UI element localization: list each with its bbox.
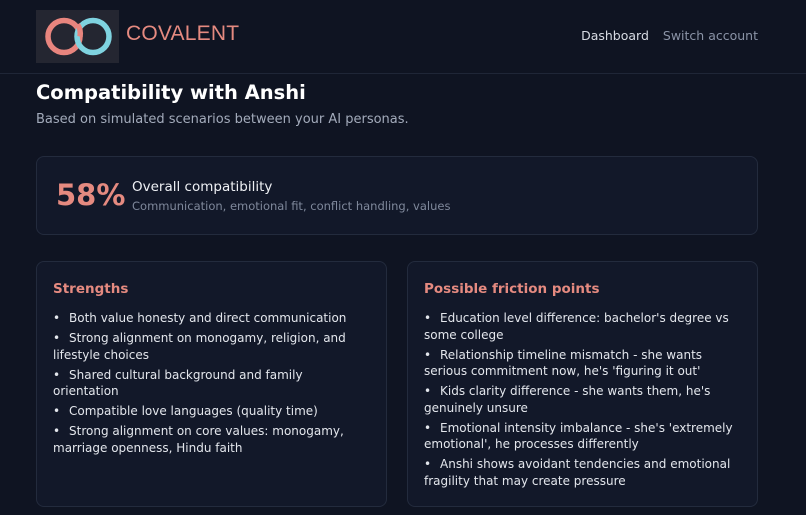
bullet-icon: • [53,404,61,418]
strengths-list: • Both value honesty and direct communica… [53,310,368,460]
list-item: • Both value honesty and direct communica… [53,310,368,327]
nav-dashboard-link[interactable]: Dashboard [581,28,649,43]
list-item-text: Strong alignment on core values: monogam… [53,424,344,455]
list-item-text: Strong alignment on monogamy, religion, … [53,331,346,362]
bullet-icon: • [53,367,61,382]
list-item-text: Education level difference: bachelor's d… [424,311,729,342]
compatibility-description: Communication, emotional fit, conflict h… [132,199,451,213]
list-item-text: Relationship timeline mismatch - she wan… [424,347,703,379]
top-navigation-bar: COVALENT Dashboard Switch account [0,0,806,74]
nav-switch-account-link[interactable]: Switch account [663,28,758,43]
list-item: • Kids clarity difference - she wants the… [424,383,739,416]
list-item: • Emotional intensity imbalance - she's '… [424,420,739,453]
list-item: • Relationship timeline mismatch - she wa… [424,347,739,380]
brand-name: COVALENT [126,22,240,45]
list-item: • Strong alignment on monogamy, religion,… [53,330,368,363]
page-title: Compatibility with Anshi [36,81,306,104]
friction-list: • Education level difference: bachelor's … [424,310,739,493]
bullet-icon: • [424,457,432,471]
list-item-text: Emotional intensity imbalance - she's 'e… [424,420,733,452]
bullet-icon: • [53,331,61,345]
list-item: • Anshi shows avoidant tendencies and emo… [424,456,739,489]
bullet-icon: • [424,347,432,362]
strengths-heading: Strengths [53,281,129,297]
strengths-panel: Strengths • Both value honesty and direct… [36,261,387,507]
friction-heading: Possible friction points [424,281,600,297]
compatibility-label: Overall compatibility [132,179,273,195]
friction-points-panel: Possible friction points • Education leve… [407,261,758,507]
compatibility-score: 58% [56,178,126,212]
list-item: • Shared cultural background and family o… [53,367,368,400]
list-item-text: Kids clarity difference - she wants them… [424,384,711,415]
list-item: • Compatible love languages (quality time… [53,403,368,420]
list-item-text: Anshi shows avoidant tendencies and emot… [424,457,731,488]
brand-logo[interactable] [36,10,119,63]
list-item-text: Both value honesty and direct communicat… [69,311,347,325]
list-item-text: Shared cultural background and family or… [53,367,303,399]
page-subtitle: Based on simulated scenarios between you… [36,112,409,127]
bullet-icon: • [424,311,432,325]
interlocking-rings-icon [45,17,112,56]
bullet-icon: • [53,424,61,438]
top-nav-links: Dashboard Switch account [581,28,758,43]
bullet-icon: • [53,311,61,325]
bullet-icon: • [424,384,432,398]
overall-compatibility-card: 58% Overall compatibility Communication,… [36,156,758,235]
list-item: • Education level difference: bachelor's … [424,310,739,343]
list-item: • Strong alignment on core values: monoga… [53,423,368,456]
list-item-text: Compatible love languages (quality time) [69,404,318,418]
bullet-icon: • [424,420,432,435]
